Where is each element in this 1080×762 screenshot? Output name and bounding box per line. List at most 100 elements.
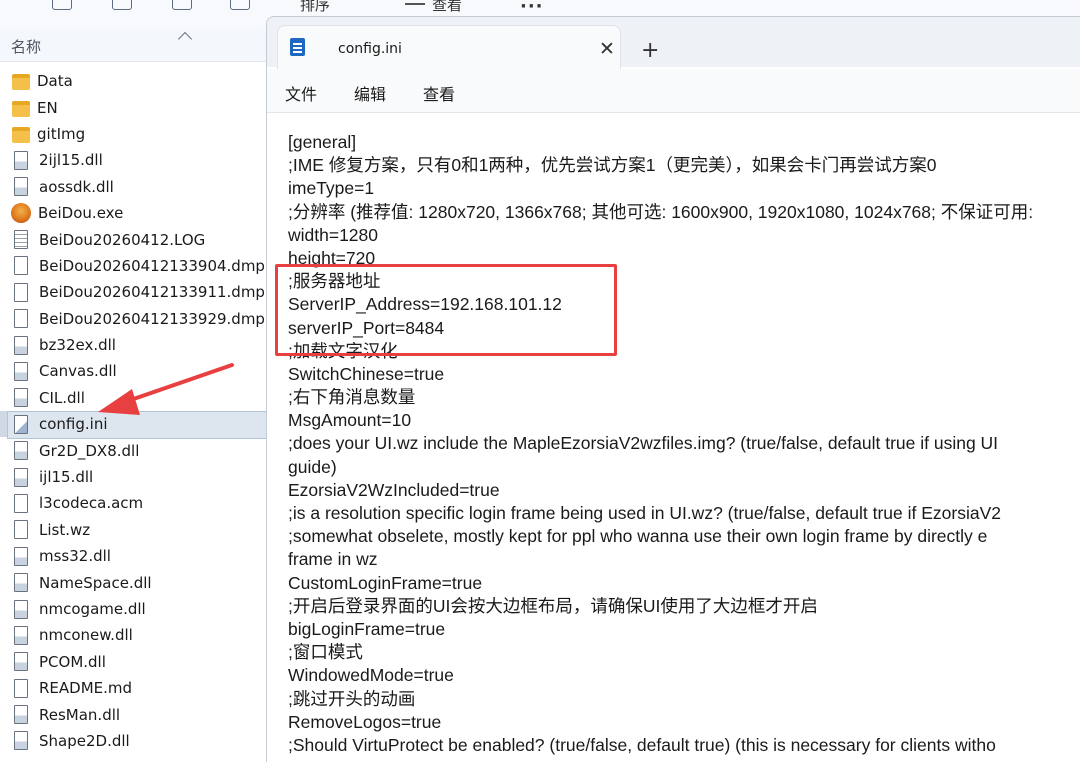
editor-line: [general] xyxy=(288,132,357,152)
file-name: BeiDou20260412.LOG xyxy=(39,230,206,249)
notepad-window: config.ini ✕ + 文件 编辑 查看 [general] ;IME 修复… xyxy=(266,16,1080,762)
dll-file-icon xyxy=(14,150,28,170)
file-name: PCOM.dll xyxy=(39,652,106,671)
file-row[interactable]: README.md xyxy=(0,675,268,701)
file-name: BeiDou20260412133904.dmp xyxy=(39,256,265,275)
file-row[interactable]: BeiDou20260412133904.dmp xyxy=(0,253,268,279)
folder-file-icon xyxy=(12,100,30,117)
file-row[interactable]: nmconew.dll xyxy=(0,622,268,648)
file-name: ResMan.dll xyxy=(39,705,121,724)
tab-config-ini[interactable]: config.ini ✕ xyxy=(277,25,621,69)
file-name: 2ijl15.dll xyxy=(39,151,103,170)
file-row[interactable]: l3codeca.acm xyxy=(0,490,268,516)
file-row[interactable]: bz32ex.dll xyxy=(0,332,268,358)
new-tab-button[interactable]: + xyxy=(641,38,659,63)
file-row[interactable]: ResMan.dll xyxy=(0,701,268,727)
file-row[interactable]: NameSpace.dll xyxy=(0,569,268,595)
editor-line: ;does your UI.wz include the MapleEzorsi… xyxy=(288,433,999,454)
editor-line: WindowedMode=true xyxy=(288,665,454,686)
more-options-button[interactable]: ··· xyxy=(520,0,544,17)
file-row[interactable]: BeiDou20260412133911.dmp xyxy=(0,279,268,305)
delete-icon[interactable] xyxy=(230,0,250,10)
dll-file-icon xyxy=(14,731,28,751)
file-row[interactable]: BeiDou20260412.LOG xyxy=(0,226,268,252)
dll-file-icon xyxy=(14,441,28,461)
file-row[interactable]: Data xyxy=(0,68,268,94)
file-row[interactable]: ijl15.dll xyxy=(0,464,268,490)
editor-line: ;开启后登录界面的UI会按大边框布局，请确保UI使用了大边框才开启 xyxy=(288,595,818,616)
editor-line: imeType=1 xyxy=(288,178,375,199)
paste-icon[interactable] xyxy=(112,0,132,10)
text-editor[interactable]: [general] ;IME 修复方案，只有0和1两种，优先尝试方案1（更完美），… xyxy=(267,114,1080,762)
dll-file-icon xyxy=(14,599,28,619)
dll-file-icon xyxy=(14,705,28,725)
file-name: mss32.dll xyxy=(39,547,111,566)
folder-file-icon xyxy=(12,74,30,91)
menu-file[interactable]: 文件 xyxy=(285,81,317,105)
dll-file-icon xyxy=(14,361,28,381)
file-name: config.ini xyxy=(39,415,108,434)
file-row[interactable]: List.wz xyxy=(0,517,268,543)
editor-line: ;窗口模式 xyxy=(288,642,363,663)
folder-file-icon xyxy=(12,126,30,143)
editor-line: bigLoginFrame=true xyxy=(288,618,446,639)
sort-button[interactable]: 排序 xyxy=(300,0,330,15)
file-row[interactable]: BeiDou.exe xyxy=(0,200,268,226)
copy-icon[interactable] xyxy=(52,0,72,10)
file-row[interactable]: config.ini xyxy=(0,411,271,440)
file-name: Gr2D_DX8.dll xyxy=(39,441,140,460)
file-name: Data xyxy=(37,72,73,91)
column-header[interactable]: 名称 xyxy=(0,28,270,62)
file-name: BeiDou.exe xyxy=(38,204,124,223)
editor-line: width=1280 xyxy=(288,224,379,245)
file-name: gitImg xyxy=(37,124,86,143)
view-button[interactable]: 查看 xyxy=(432,0,462,15)
editor-line: ;somewhat obselete, mostly kept for ppl … xyxy=(288,526,988,547)
file-name: README.md xyxy=(39,679,133,698)
notepad-app-icon xyxy=(290,38,305,56)
file-row[interactable]: PCOM.dll xyxy=(0,649,268,675)
column-header-name[interactable]: 名称 xyxy=(11,36,41,57)
dll-file-icon xyxy=(14,467,28,487)
file-row[interactable]: CIL.dll xyxy=(0,385,268,411)
file-name: l3codeca.acm xyxy=(39,494,144,513)
doc-file-icon xyxy=(14,678,28,698)
close-tab-icon[interactable]: ✕ xyxy=(598,38,616,60)
ini-file-icon xyxy=(14,414,28,434)
file-name: List.wz xyxy=(39,520,91,539)
file-name: ijl15.dll xyxy=(39,468,94,487)
editor-line: ;is a resolution specific login frame be… xyxy=(288,503,1001,523)
log-file-icon xyxy=(14,230,28,250)
file-row[interactable]: mss32.dll xyxy=(0,543,268,569)
view-icon xyxy=(405,3,425,5)
dll-file-icon xyxy=(14,652,28,672)
file-row[interactable]: Shape2D.dll xyxy=(0,728,268,754)
file-row[interactable]: Gr2D_DX8.dll xyxy=(0,437,268,463)
exe-file-icon xyxy=(11,203,31,224)
editor-line: SwitchChinese=true xyxy=(288,363,445,384)
notepad-menubar: 文件 编辑 查看 xyxy=(267,69,1080,113)
file-row[interactable]: Canvas.dll xyxy=(0,358,268,384)
menu-view[interactable]: 查看 xyxy=(423,81,455,105)
doc-file-icon xyxy=(14,282,28,302)
dll-file-icon xyxy=(14,388,28,408)
file-row[interactable]: aossdk.dll xyxy=(0,174,268,200)
editor-line: CustomLoginFrame=true xyxy=(288,572,483,593)
share-icon[interactable] xyxy=(172,0,192,10)
file-row[interactable]: 2ijl15.dll xyxy=(0,147,268,173)
file-row[interactable]: EN xyxy=(0,94,268,120)
editor-lines: [general] ;IME 修复方案，只有0和1两种，优先尝试方案1（更完美），… xyxy=(288,131,1080,757)
file-name: NameSpace.dll xyxy=(39,573,152,592)
doc-file-icon xyxy=(14,520,28,540)
editor-line: EzorsiaV2WzIncluded=true xyxy=(288,479,500,500)
file-row[interactable]: gitImg xyxy=(0,121,268,147)
editor-line: ;IME 修复方案，只有0和1两种，优先尝试方案1（更完美），如果会卡门再尝试方… xyxy=(288,155,937,176)
file-row[interactable]: nmcogame.dll xyxy=(0,596,268,622)
doc-file-icon xyxy=(14,309,28,329)
file-name: aossdk.dll xyxy=(39,177,114,196)
dll-file-icon xyxy=(14,625,28,645)
menu-edit[interactable]: 编辑 xyxy=(354,81,386,105)
editor-line: MsgAmount=10 xyxy=(288,410,412,431)
editor-line: ;右下角消息数量 xyxy=(288,387,416,408)
file-row[interactable]: BeiDou20260412133929.dmp xyxy=(0,306,268,332)
